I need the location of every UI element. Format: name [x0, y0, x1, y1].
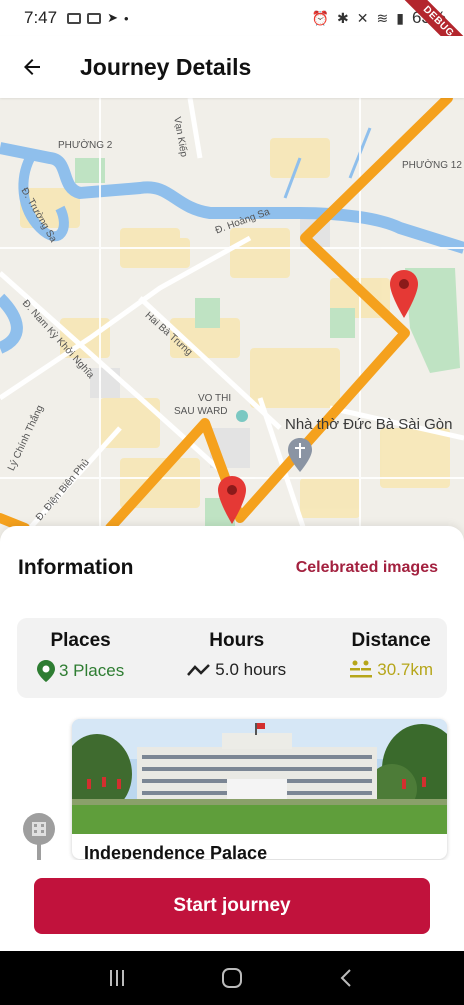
- home-icon: [221, 968, 242, 988]
- location-pin-icon: [37, 660, 55, 682]
- map-label-phuong2: PHƯỜNG 2: [58, 140, 113, 151]
- page-title: Journey Details: [80, 53, 252, 80]
- distance-value: 30.7km: [377, 660, 433, 679]
- route-map[interactable]: PHƯỜNG 2 Vạn Kiếp PHƯỜNG 12 Đ. Trường Sa…: [0, 98, 464, 548]
- hours-label: Hours: [209, 630, 265, 651]
- status-bar: 7:47 ➤ • ⏰ ✱ ✕ ≋ ▮ 63% DEBUG: [0, 0, 464, 71]
- mute-icon: ✕: [356, 9, 369, 26]
- journey-stats-card: Places 3 Places Hours 5.0 hours Distance…: [17, 618, 447, 698]
- distance-value-row: 30.7km: [349, 660, 433, 680]
- notification-icons: ➤ •: [67, 10, 129, 26]
- distance-label: Distance: [351, 630, 431, 651]
- places-value-row: 3 Places: [37, 660, 124, 682]
- celebrated-images-link[interactable]: Celebrated images: [296, 559, 438, 577]
- poi-dot: [236, 410, 248, 422]
- map-pin-icon: [390, 270, 418, 318]
- information-title: Information: [18, 556, 134, 579]
- system-nav-bar: [0, 951, 464, 1005]
- place-name: Independence Palace: [84, 843, 268, 859]
- map-label-sau-ward: SAU WARD: [174, 406, 228, 417]
- zalo-icon: [87, 12, 102, 24]
- bluetooth-icon: ✱: [337, 9, 349, 26]
- alarm-icon: ⏰: [311, 9, 330, 26]
- places-value: 3 Places: [59, 661, 125, 680]
- app-bar: Journey Details: [0, 36, 464, 98]
- journey-details-screen: 7:47 ➤ • ⏰ ✱ ✕ ≋ ▮ 63% DEBUG Journey Det…: [0, 0, 464, 1005]
- map-label-phuong12: PHƯỜNG 12: [402, 160, 462, 171]
- arrow-left-icon: [24, 59, 40, 75]
- recent-apps-icon: [110, 970, 125, 986]
- back-button[interactable]: [12, 47, 52, 87]
- place-photo: [72, 719, 447, 834]
- hours-value-row: 5.0 hours: [187, 660, 286, 680]
- sheet-header: Information Celebrated images: [18, 556, 438, 580]
- signal-icon: ▮: [396, 9, 404, 26]
- wifi-icon: ≋: [376, 9, 389, 26]
- home-button[interactable]: [212, 958, 252, 998]
- telegram-icon: ➤: [107, 10, 118, 25]
- status-time: 7:47: [24, 8, 58, 27]
- recent-apps-button[interactable]: [97, 958, 137, 998]
- church-icon: [288, 438, 312, 472]
- map-label-cathedral: Nhà thờ Đức Bà Sài Gòn: [285, 416, 453, 433]
- places-stat: Places 3 Places: [37, 630, 124, 698]
- gallery-icon: [67, 12, 82, 24]
- hours-value: 5.0 hours: [215, 660, 287, 679]
- back-nav-button[interactable]: [327, 958, 367, 998]
- map-label-vo-thi: VO THI: [198, 393, 232, 404]
- chevron-left-icon: [340, 969, 351, 987]
- map-pin-icon: [218, 476, 246, 524]
- sheet-scroll-edge: [0, 860, 464, 880]
- dot-icon: •: [124, 10, 129, 26]
- places-label: Places: [50, 630, 111, 651]
- trend-line-icon: [187, 664, 211, 676]
- walking-people-icon: [350, 660, 373, 678]
- hours-stat: Hours 5.0 hours: [187, 630, 286, 698]
- distance-stat: Distance 30.7km: [349, 630, 433, 698]
- place-card[interactable]: Independence Palace: [72, 719, 447, 859]
- start-journey-button[interactable]: Start journey: [34, 878, 430, 934]
